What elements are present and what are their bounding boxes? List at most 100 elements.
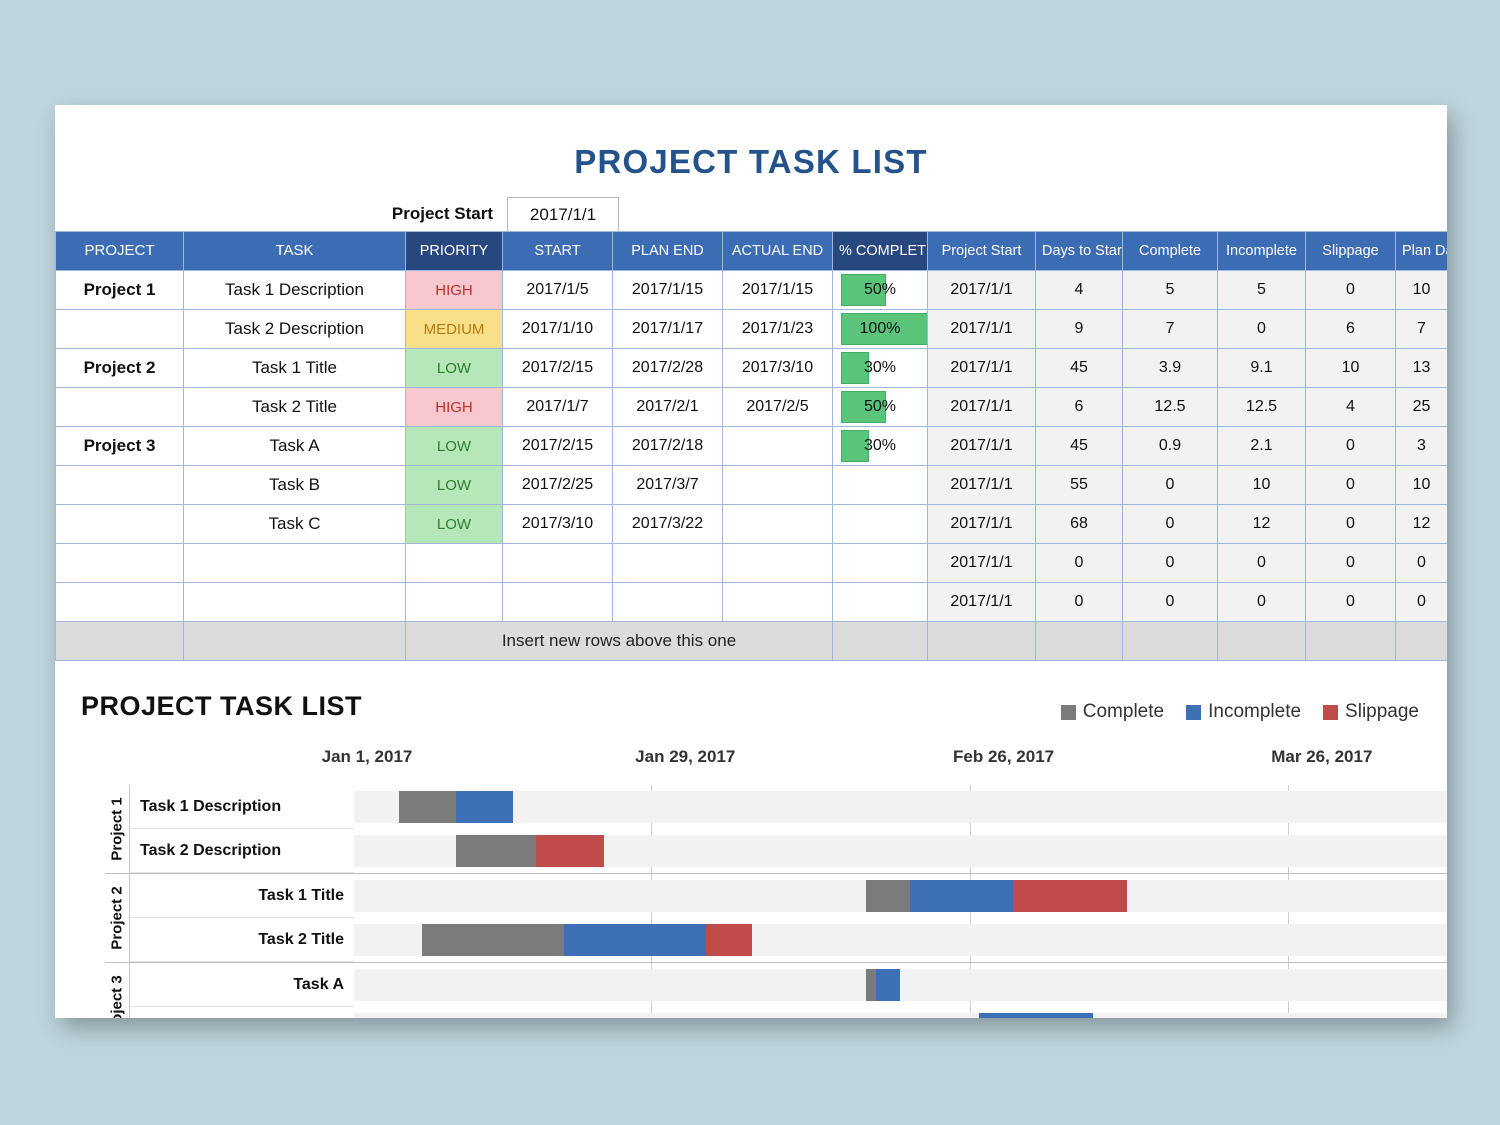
cell-project[interactable]: Project 3 <box>56 427 184 466</box>
cell-start[interactable]: 2017/2/15 <box>503 427 613 466</box>
cell-plan-end[interactable]: 2017/1/15 <box>613 271 723 310</box>
cell-priority[interactable]: LOW <box>406 349 503 388</box>
gantt-bar-complete[interactable] <box>866 880 910 912</box>
col-header-plan-end[interactable]: PLAN END <box>613 232 723 271</box>
cell-pct-complete[interactable] <box>833 466 928 505</box>
cell-priority[interactable]: HIGH <box>406 271 503 310</box>
cell-pct-complete[interactable] <box>833 505 928 544</box>
gantt-bar-slippage[interactable] <box>1013 880 1127 912</box>
cell-plan-end[interactable] <box>613 544 723 583</box>
table-row[interactable]: Task CLOW2017/3/102017/3/222017/1/168012… <box>56 505 1448 544</box>
gantt-bar-complete[interactable] <box>866 969 876 1001</box>
cell-project[interactable] <box>56 544 184 583</box>
gantt-bar-complete[interactable] <box>422 924 564 956</box>
col-header-actual-end[interactable]: ACTUAL END <box>723 232 833 271</box>
cell-pct-complete[interactable] <box>833 544 928 583</box>
cell-project[interactable]: Project 1 <box>56 271 184 310</box>
cell-project[interactable] <box>56 388 184 427</box>
gantt-bar-slippage[interactable] <box>536 835 604 867</box>
table-row[interactable]: 2017/1/100000 <box>56 544 1448 583</box>
table-row[interactable]: Task 2 TitleHIGH2017/1/72017/2/12017/2/5… <box>56 388 1448 427</box>
table-row[interactable]: 2017/1/100000 <box>56 583 1448 622</box>
cell-plan-end[interactable] <box>613 583 723 622</box>
cell-actual-end[interactable]: 2017/1/15 <box>723 271 833 310</box>
cell-task[interactable] <box>184 544 406 583</box>
cell-actual-end[interactable] <box>723 583 833 622</box>
cell-actual-end[interactable]: 2017/1/23 <box>723 310 833 349</box>
gantt-bar-incomplete[interactable] <box>979 1013 1093 1018</box>
gantt-row[interactable]: Task B <box>105 1007 1447 1018</box>
cell-actual-end[interactable]: 2017/3/10 <box>723 349 833 388</box>
legend-item[interactable]: Incomplete <box>1186 701 1301 723</box>
cell-project[interactable] <box>56 310 184 349</box>
gantt-bar-slippage[interactable] <box>706 924 751 956</box>
cell-plan-end[interactable]: 2017/3/22 <box>613 505 723 544</box>
gantt-bar-incomplete[interactable] <box>456 791 513 823</box>
cell-task[interactable]: Task 1 Title <box>184 349 406 388</box>
cell-project[interactable] <box>56 505 184 544</box>
cell-plan-end[interactable]: 2017/2/1 <box>613 388 723 427</box>
cell-pct-complete[interactable]: 100% <box>833 310 928 349</box>
cell-priority[interactable]: LOW <box>406 427 503 466</box>
cell-plan-end[interactable]: 2017/2/28 <box>613 349 723 388</box>
cell-project[interactable] <box>56 466 184 505</box>
legend-item[interactable]: Complete <box>1061 701 1164 723</box>
cell-start[interactable] <box>503 583 613 622</box>
cell-actual-end[interactable] <box>723 427 833 466</box>
gantt-row[interactable]: Project 1Task 1 Description <box>105 785 1447 829</box>
cell-task[interactable]: Task 2 Title <box>184 388 406 427</box>
col-header-incomplete[interactable]: Incomplete <box>1218 232 1306 271</box>
col-header-slippage[interactable]: Slippage <box>1306 232 1396 271</box>
cell-project[interactable] <box>56 583 184 622</box>
col-header-start[interactable]: START <box>503 232 613 271</box>
cell-actual-end[interactable] <box>723 466 833 505</box>
cell-actual-end[interactable] <box>723 505 833 544</box>
table-row[interactable]: Project 3Task ALOW2017/2/152017/2/1830%2… <box>56 427 1448 466</box>
cell-start[interactable]: 2017/2/15 <box>503 349 613 388</box>
cell-pct-complete[interactable]: 50% <box>833 271 928 310</box>
gantt-bar-incomplete[interactable] <box>910 880 1013 912</box>
col-header-project[interactable]: PROJECT <box>56 232 184 271</box>
col-header-task[interactable]: TASK <box>184 232 406 271</box>
cell-task[interactable]: Task 2 Description <box>184 310 406 349</box>
cell-priority[interactable]: HIGH <box>406 388 503 427</box>
table-row[interactable]: Project 2Task 1 TitleLOW2017/2/152017/2/… <box>56 349 1448 388</box>
cell-priority[interactable] <box>406 583 503 622</box>
cell-pct-complete[interactable]: 30% <box>833 349 928 388</box>
cell-start[interactable]: 2017/1/10 <box>503 310 613 349</box>
col-header-project-start[interactable]: Project Start <box>928 232 1036 271</box>
cell-task[interactable]: Task 1 Description <box>184 271 406 310</box>
cell-task[interactable]: Task B <box>184 466 406 505</box>
cell-pct-complete[interactable] <box>833 583 928 622</box>
legend-item[interactable]: Slippage <box>1323 701 1419 723</box>
gantt-row[interactable]: Project 3Task A <box>105 962 1447 1007</box>
cell-project[interactable]: Project 2 <box>56 349 184 388</box>
gantt-bar-complete[interactable] <box>399 791 456 823</box>
table-row[interactable]: Task BLOW2017/2/252017/3/72017/1/1550100… <box>56 466 1448 505</box>
col-header-complete[interactable]: Complete <box>1123 232 1218 271</box>
cell-plan-end[interactable]: 2017/2/18 <box>613 427 723 466</box>
gantt-row[interactable]: Project 2Task 1 Title <box>105 873 1447 918</box>
insert-row-hint[interactable]: Insert new rows above this one <box>56 622 1448 661</box>
cell-actual-end[interactable] <box>723 544 833 583</box>
gantt-row[interactable]: Task 2 Description <box>105 829 1447 873</box>
col-header-days-to-start[interactable]: Days to Start <box>1036 232 1123 271</box>
col-header-pct-complete[interactable]: % COMPLETE <box>833 232 928 271</box>
cell-priority[interactable] <box>406 544 503 583</box>
table-row[interactable]: Project 1Task 1 DescriptionHIGH2017/1/52… <box>56 271 1448 310</box>
cell-task[interactable]: Task C <box>184 505 406 544</box>
col-header-priority[interactable]: PRIORITY <box>406 232 503 271</box>
cell-priority[interactable]: LOW <box>406 505 503 544</box>
col-header-plan-days[interactable]: Plan Days <box>1396 232 1448 271</box>
gantt-row[interactable]: Task 2 Title <box>105 918 1447 962</box>
cell-actual-end[interactable]: 2017/2/5 <box>723 388 833 427</box>
cell-pct-complete[interactable]: 30% <box>833 427 928 466</box>
cell-pct-complete[interactable]: 50% <box>833 388 928 427</box>
cell-task[interactable] <box>184 583 406 622</box>
gantt-bar-incomplete[interactable] <box>564 924 706 956</box>
cell-start[interactable]: 2017/2/25 <box>503 466 613 505</box>
gantt-bar-incomplete[interactable] <box>876 969 900 1001</box>
cell-start[interactable]: 2017/1/5 <box>503 271 613 310</box>
cell-start[interactable]: 2017/3/10 <box>503 505 613 544</box>
cell-plan-end[interactable]: 2017/3/7 <box>613 466 723 505</box>
